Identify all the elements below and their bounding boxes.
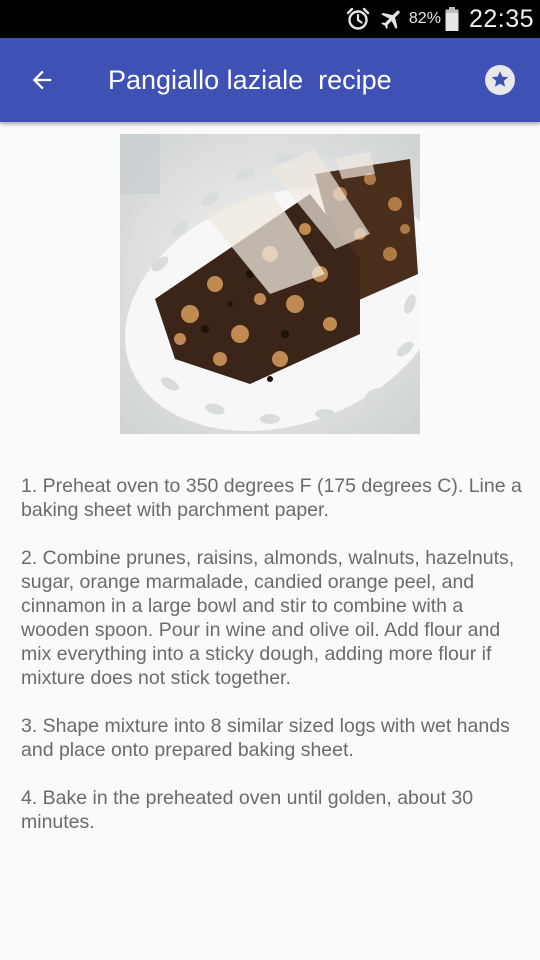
arrow-back-icon	[32, 70, 52, 90]
recipe-step: 4. Bake in the preheated oven until gold…	[21, 787, 474, 833]
battery-icon	[445, 6, 459, 32]
recipe-step: 2. Combine prunes, raisins, almonds, wal…	[21, 547, 515, 689]
back-button[interactable]	[18, 56, 66, 104]
status-icons: 82% 22:35	[337, 0, 534, 38]
airplane-mode-icon	[379, 6, 405, 32]
recipe-step: 3. Shape mixture into 8 similar sized lo…	[21, 715, 510, 761]
recipe-step: 1. Preheat oven to 350 degrees F (175 de…	[21, 475, 522, 521]
recipe-image	[120, 134, 420, 434]
star-icon	[485, 65, 515, 95]
alarm-icon	[345, 6, 371, 32]
clock: 22:35	[468, 4, 534, 33]
battery-percentage: 82%	[408, 10, 441, 27]
favorite-button[interactable]	[482, 62, 518, 98]
recipe-steps: 1. Preheat oven to 350 degrees F (175 de…	[21, 474, 533, 858]
status-bar: 82% 22:35	[0, 0, 540, 38]
app-bar: Pangiallo laziale recipe	[0, 38, 540, 122]
page-title: Pangiallo laziale recipe	[108, 65, 392, 95]
